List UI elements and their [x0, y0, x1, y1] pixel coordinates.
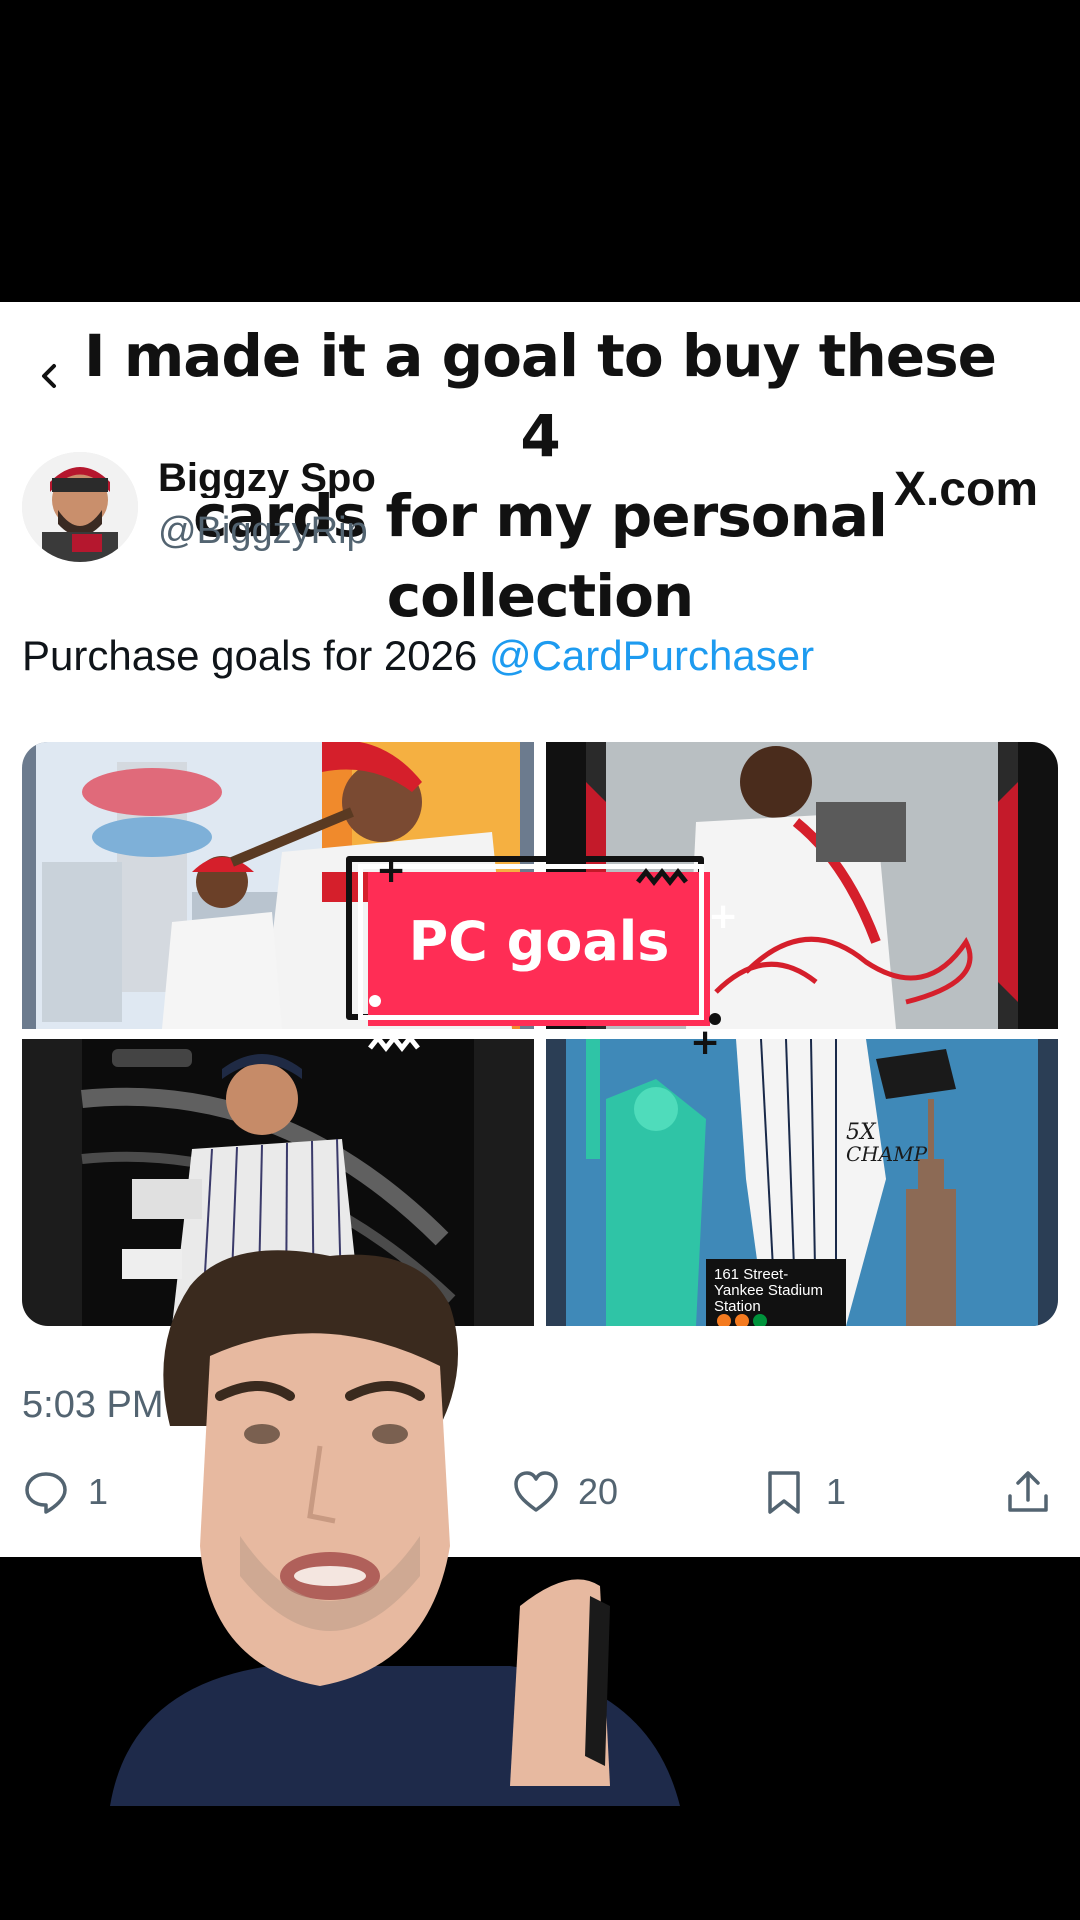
presenter-video	[90, 1246, 690, 1806]
author-handle[interactable]: @BiggzyRip	[158, 510, 368, 553]
sticker-plus-icon-3: +	[690, 1022, 721, 1063]
share-icon	[1008, 1471, 1048, 1512]
tweet-text: Purchase goals for 2026 @CardPurchaser	[22, 632, 814, 680]
back-icon[interactable]	[30, 356, 70, 396]
card-text-champ-2: CHAMP	[846, 1142, 928, 1166]
share-button[interactable]	[1004, 1466, 1052, 1518]
card-text-stadium: Yankee Stadium	[714, 1282, 823, 1299]
sticker-dot-icon	[709, 1013, 721, 1025]
caption-line-3: collection	[386, 562, 694, 630]
mention-link[interactable]: @CardPurchaser	[489, 632, 814, 679]
brand-label: X.com	[893, 463, 1038, 516]
sticker-label: PC goals	[408, 910, 670, 973]
caption-line-1: I made it a goal to buy these 4	[84, 322, 997, 470]
tweet-body: Purchase goals for 2026	[22, 632, 478, 679]
author-name[interactable]: Biggzy Spo	[158, 456, 376, 498]
bookmark-count: 1	[826, 1471, 847, 1512]
card-text-street: 161 Street-	[714, 1266, 788, 1283]
sticker-plus-icon-2: +	[708, 896, 739, 937]
pc-goals-sticker: PC goals + + +	[346, 850, 738, 1063]
sticker-zigzag-icon	[636, 867, 688, 886]
sticker-plus-icon: +	[376, 850, 407, 891]
bookmark-icon	[768, 1471, 800, 1514]
sticker-dot-icon-2	[369, 995, 381, 1007]
bookmark-button[interactable]: 1	[760, 1466, 846, 1518]
card-text-station: Station	[714, 1298, 761, 1315]
avatar[interactable]	[22, 452, 138, 562]
sticker-zigzag-icon-2	[368, 1033, 420, 1052]
reply-icon	[25, 1472, 67, 1514]
